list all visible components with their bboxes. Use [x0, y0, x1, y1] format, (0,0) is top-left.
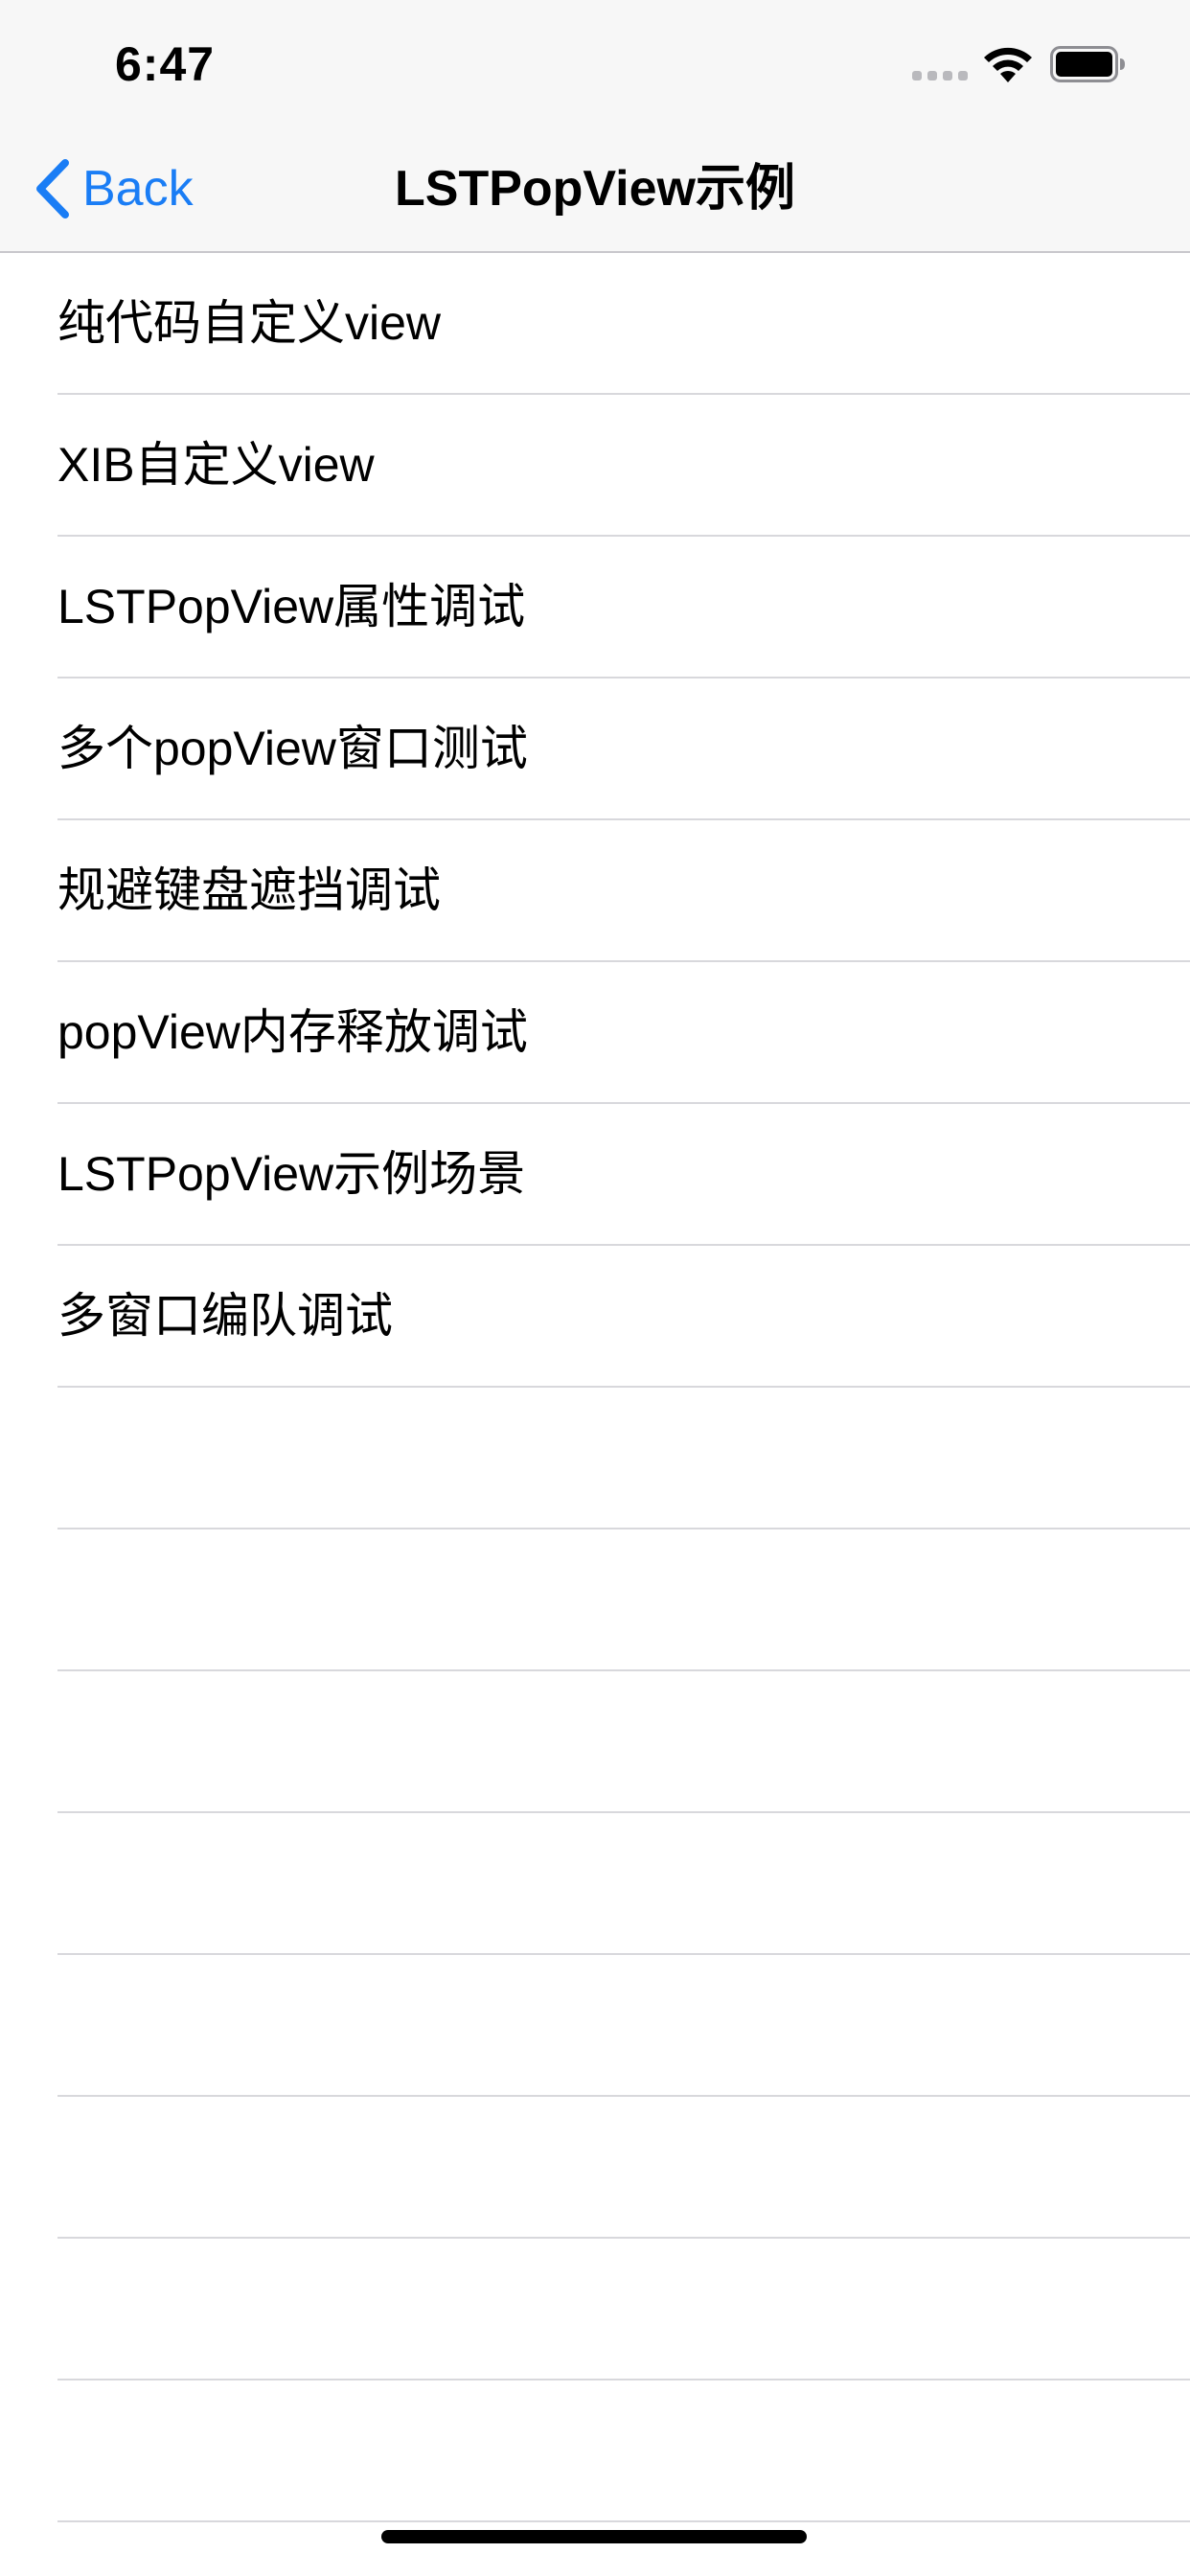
table-row[interactable]: XIB自定义view	[57, 395, 1190, 537]
table-row-label: 多窗口编队调试	[57, 1289, 393, 1343]
table-row-label: 规避键盘遮挡调试	[57, 863, 441, 917]
table-view[interactable]: 纯代码自定义view XIB自定义view LSTPopView属性调试 多个p…	[0, 253, 1190, 2576]
chevron-left-icon	[36, 159, 69, 218]
empty-table-row	[57, 1813, 1190, 1955]
top-bars: 6:47 LSTPopView示例 Back	[0, 0, 1190, 253]
empty-table-row	[57, 2239, 1190, 2380]
table-row-label: XIB自定义view	[57, 438, 375, 492]
wifi-icon	[984, 47, 1032, 82]
table-row[interactable]: LSTPopView示例场景	[57, 1104, 1190, 1246]
status-bar: 6:47	[0, 0, 1190, 126]
table-row-label: popView内存释放调试	[57, 1005, 528, 1059]
empty-table-row	[57, 2380, 1190, 2522]
back-button[interactable]: Back	[31, 155, 194, 222]
table-row-label: 纯代码自定义view	[57, 296, 442, 350]
empty-table-row	[57, 1671, 1190, 1813]
table-row[interactable]: 纯代码自定义view	[57, 253, 1190, 395]
screen: 6:47 LSTPopView示例 Back 纯代码自定义view XIB自定义…	[0, 0, 1190, 2576]
table-row[interactable]: 规避键盘遮挡调试	[57, 820, 1190, 962]
navigation-bar: LSTPopView示例 Back	[0, 126, 1190, 253]
table-row-label: LSTPopView示例场景	[57, 1147, 526, 1201]
empty-table-row	[57, 1955, 1190, 2097]
table-row[interactable]: popView内存释放调试	[57, 962, 1190, 1104]
empty-table-row	[57, 1388, 1190, 1530]
empty-table-row	[57, 2097, 1190, 2239]
battery-icon	[1050, 46, 1125, 82]
table-row[interactable]: LSTPopView属性调试	[57, 537, 1190, 678]
table-row[interactable]: 多个popView窗口测试	[57, 678, 1190, 820]
empty-table-row	[57, 1530, 1190, 1671]
status-time: 6:47	[115, 37, 216, 91]
cellular-signal-icon	[912, 71, 968, 80]
home-indicator[interactable]	[381, 2530, 807, 2543]
table-row[interactable]: 多窗口编队调试	[57, 1246, 1190, 1388]
table-row-label: 多个popView窗口测试	[57, 722, 528, 775]
back-button-label: Back	[82, 161, 194, 217]
table-row-label: LSTPopView属性调试	[57, 580, 526, 633]
